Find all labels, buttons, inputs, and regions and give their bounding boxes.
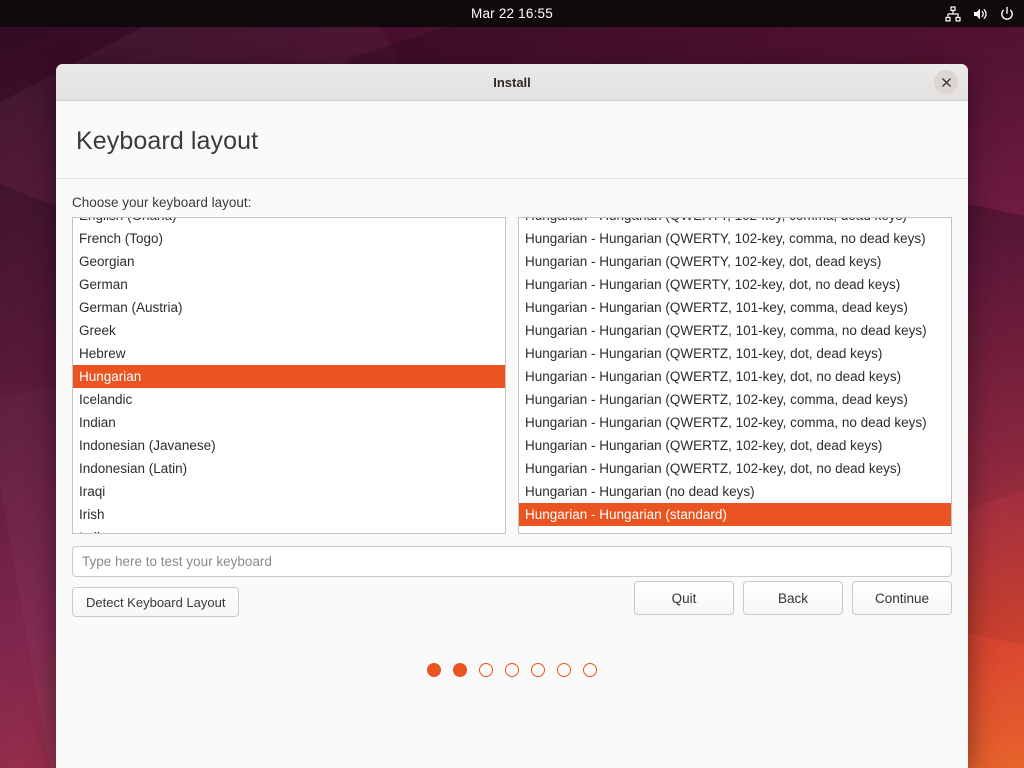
window-title: Install: [493, 74, 531, 90]
list-item[interactable]: German (Austria): [73, 296, 505, 319]
list-item[interactable]: Greek: [73, 319, 505, 342]
list-item[interactable]: German: [73, 273, 505, 296]
title-bar[interactable]: Install: [56, 64, 968, 101]
layout-listbox[interactable]: English (Ghana) French (Togo)GeorgianGer…: [72, 217, 506, 534]
variant-listbox[interactable]: Hungarian - Hungarian (QWERTY, 102-key, …: [518, 217, 952, 534]
continue-button[interactable]: Continue: [852, 581, 952, 615]
variant-rows: Hungarian - Hungarian (QWERTY, 102-key, …: [519, 227, 951, 526]
list-item[interactable]: Hungarian - Hungarian (QWERTZ, 102-key, …: [519, 411, 951, 434]
list-item[interactable]: Indonesian (Javanese): [73, 434, 505, 457]
list-item[interactable]: Italian: [73, 526, 505, 533]
list-item[interactable]: Icelandic: [73, 388, 505, 411]
navigation-buttons: Quit Back Continue: [634, 581, 952, 615]
clock[interactable]: Mar 22 16:55: [0, 6, 1024, 21]
keyboard-lists: English (Ghana) French (Togo)GeorgianGer…: [72, 217, 952, 534]
page-title: Keyboard layout: [76, 127, 259, 155]
page-body: Choose your keyboard layout: English (Gh…: [56, 179, 968, 768]
volume-icon[interactable]: [972, 6, 988, 22]
quit-button[interactable]: Quit: [634, 581, 734, 615]
list-item[interactable]: Hungarian - Hungarian (QWERTZ, 101-key, …: [519, 296, 951, 319]
list-item[interactable]: Hungarian - Hungarian (QWERTZ, 101-key, …: [519, 342, 951, 365]
list-item[interactable]: Hungarian - Hungarian (QWERTZ, 102-key, …: [519, 388, 951, 411]
list-item[interactable]: English (Ghana): [73, 218, 505, 227]
progress-dot-2[interactable]: [453, 663, 467, 677]
close-icon[interactable]: [934, 70, 958, 94]
detect-keyboard-layout-button[interactable]: Detect Keyboard Layout: [72, 587, 240, 617]
page-header: Keyboard layout: [56, 101, 968, 179]
keyboard-test-input[interactable]: [72, 546, 952, 577]
power-icon[interactable]: [999, 6, 1015, 22]
list-item[interactable]: Hungarian - Hungarian (QWERTY, 102-key, …: [519, 218, 951, 227]
progress-dot-5[interactable]: [531, 663, 545, 677]
layout-rows: French (Togo) Georgian German German (Austr…: [73, 227, 505, 526]
list-item[interactable]: Hebrew: [73, 342, 505, 365]
list-item[interactable]: Hungarian - Hungarian (standard): [519, 503, 951, 526]
system-tray: [945, 5, 1015, 22]
list-item[interactable]: Indonesian (Latin): [73, 457, 505, 480]
network-icon[interactable]: [945, 5, 961, 22]
list-item[interactable]: Hungarian - Hungarian (QWERTY, 102-key, …: [519, 273, 951, 296]
progress-dot-4[interactable]: [505, 663, 519, 677]
list-item[interactable]: Hungarian - Hungarian (QWERTY, 102-key, …: [519, 250, 951, 273]
list-item[interactable]: Irish: [73, 503, 505, 526]
prompt-label: Choose your keyboard layout:: [72, 195, 252, 210]
list-item[interactable]: Hungarian - Hungarian (QWERTZ, 102-key, …: [519, 457, 951, 480]
progress-dot-3[interactable]: [479, 663, 493, 677]
progress-dots: [56, 663, 968, 677]
list-item[interactable]: French (Togo): [73, 227, 505, 250]
list-item[interactable]: Hungarian - Hungarian (QWERTZ, 101-key, …: [519, 365, 951, 388]
back-button[interactable]: Back: [743, 581, 843, 615]
list-item[interactable]: Hungarian - Hungarian (QWERTZ, 101-key, …: [519, 319, 951, 342]
desktop: Mar 22 16:55 Install Keyboard layout Cho…: [0, 0, 1024, 768]
list-item[interactable]: Georgian: [73, 250, 505, 273]
list-item[interactable]: Indian: [73, 411, 505, 434]
installer-window: Install Keyboard layout Choose your keyb…: [56, 64, 968, 768]
top-bar: Mar 22 16:55: [0, 0, 1024, 27]
progress-dot-6[interactable]: [557, 663, 571, 677]
list-item[interactable]: Hungarian - Hungarian (no dead keys): [519, 480, 951, 503]
list-item[interactable]: Hungarian - Hungarian (QWERTY, 102-key, …: [519, 227, 951, 250]
progress-dot-1[interactable]: [427, 663, 441, 677]
variant-list-inner: Hungarian - Hungarian (QWERTY, 102-key, …: [519, 218, 951, 526]
list-item[interactable]: Iraqi: [73, 480, 505, 503]
layout-list-inner: English (Ghana) French (Togo)GeorgianGer…: [73, 218, 505, 533]
list-item[interactable]: Hungarian: [73, 365, 505, 388]
progress-dot-7[interactable]: [583, 663, 597, 677]
list-item[interactable]: Hungarian - Hungarian (QWERTZ, 102-key, …: [519, 434, 951, 457]
